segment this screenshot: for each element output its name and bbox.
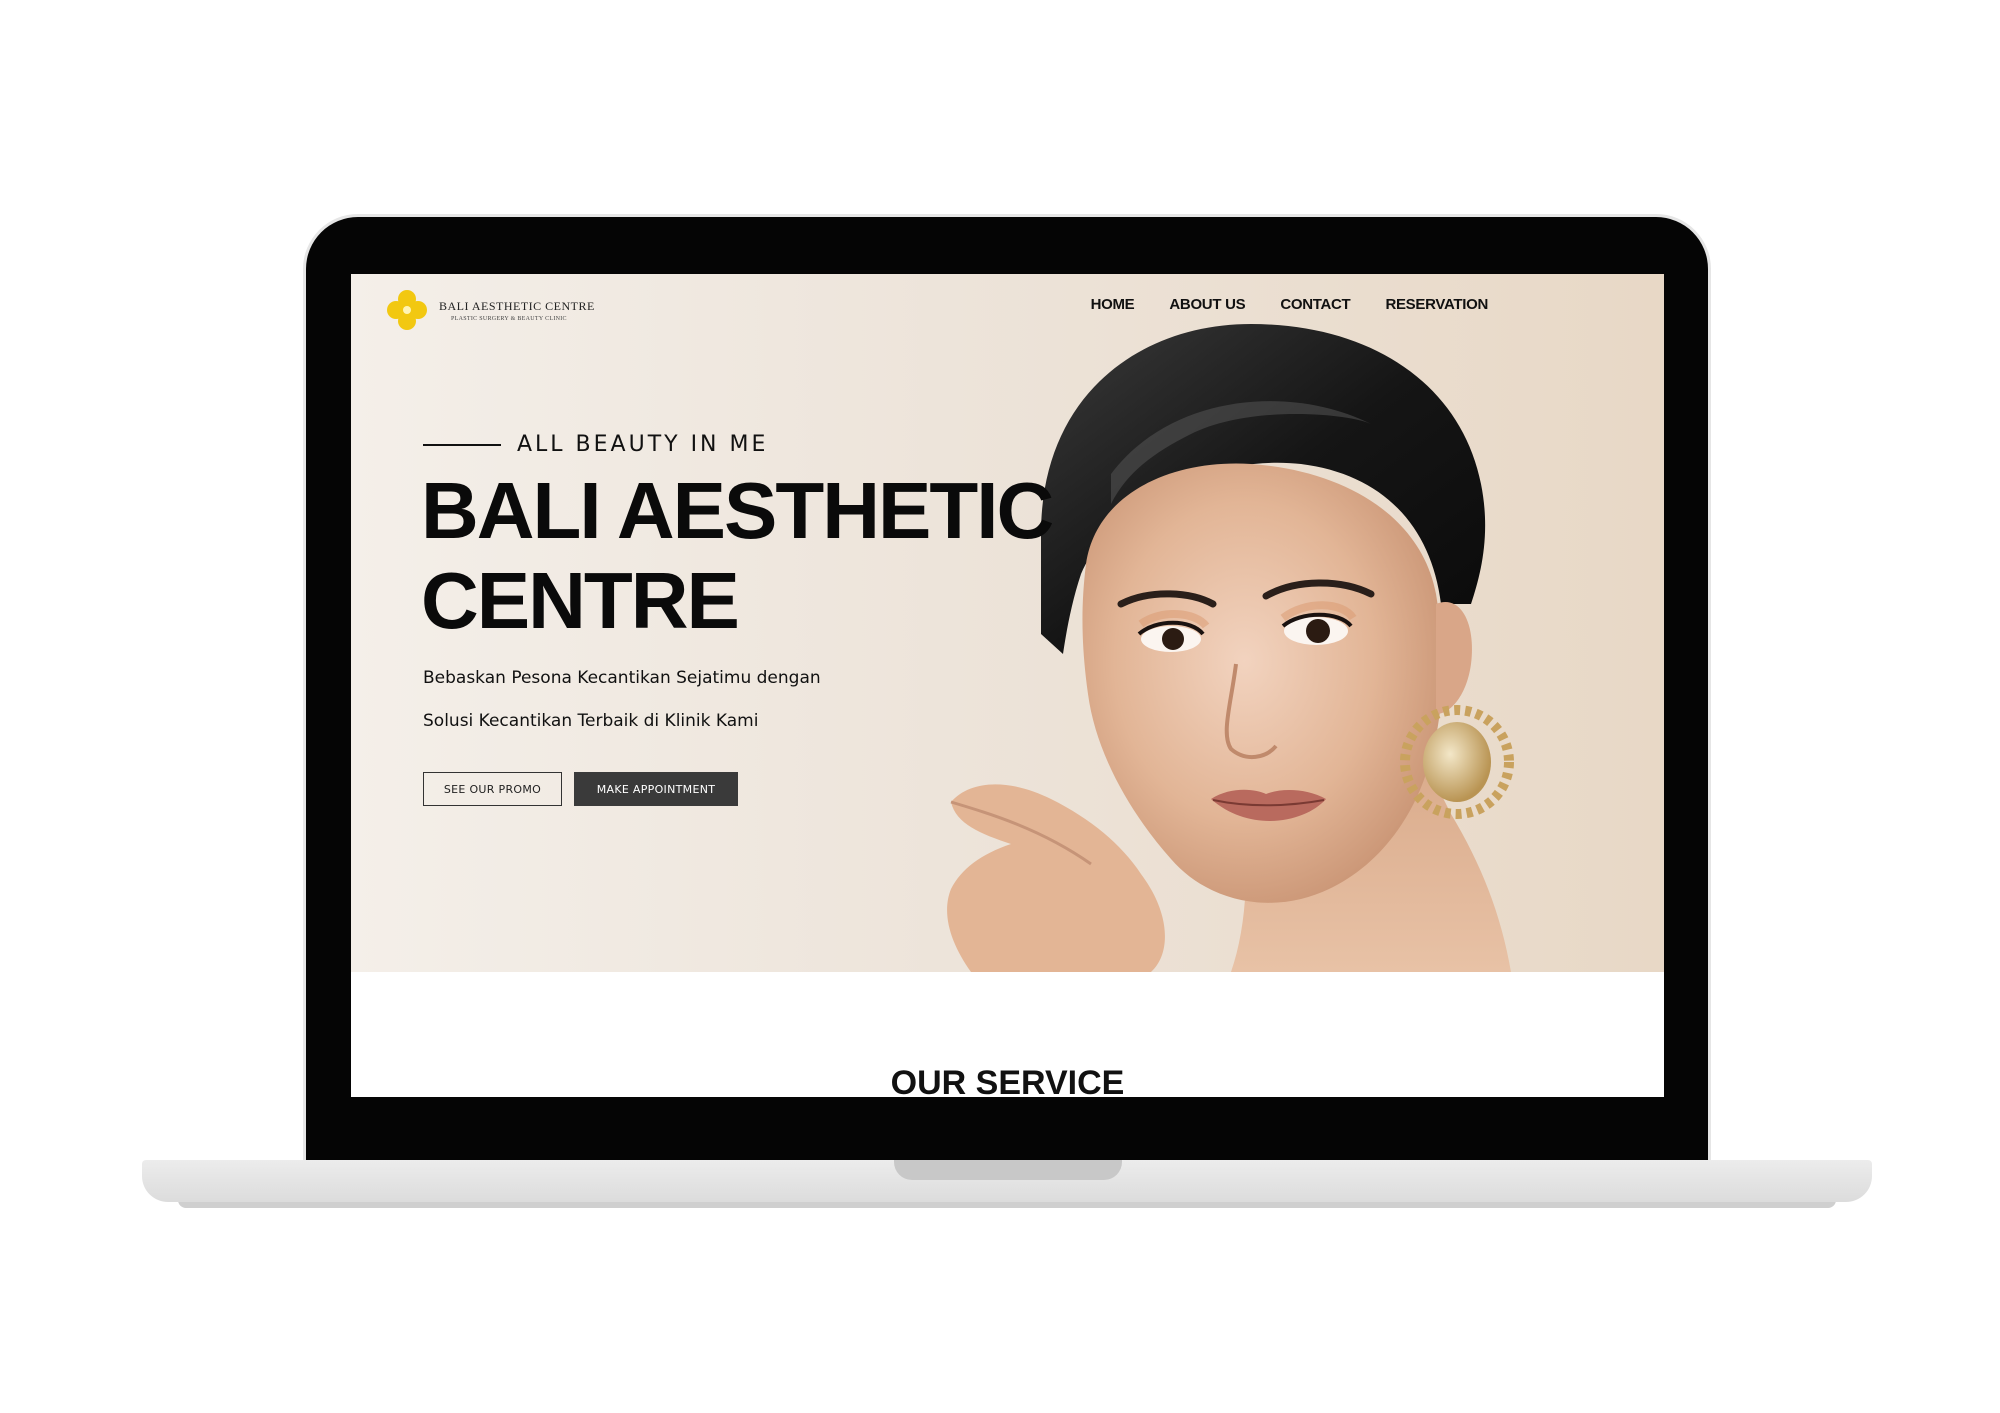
flower-logo-icon xyxy=(387,290,427,330)
hero-section: BALI AESTHETIC CENTRE PLASTIC SURGERY & … xyxy=(351,274,1664,972)
nav-about-us[interactable]: ABOUT US xyxy=(1169,296,1245,313)
nav-reservation[interactable]: RESERVATION xyxy=(1385,296,1488,313)
brand-subtitle: PLASTIC SURGERY & BEAUTY CLINIC xyxy=(451,315,567,322)
hero-tagline: ALL BEAUTY IN ME xyxy=(423,432,768,457)
brand-name: BALI AESTHETIC CENTRE xyxy=(439,298,595,313)
laptop-notch xyxy=(894,1160,1122,1180)
laptop-screen: BALI AESTHETIC CENTRE PLASTIC SURGERY & … xyxy=(351,274,1664,1097)
brand-logo[interactable]: BALI AESTHETIC CENTRE PLASTIC SURGERY & … xyxy=(385,288,595,332)
hero-headline: BALI AESTHETIC CENTRE xyxy=(421,466,1061,646)
make-appointment-button[interactable]: MAKE APPOINTMENT xyxy=(574,772,738,806)
tagline-text: ALL BEAUTY IN ME xyxy=(517,432,769,457)
hero-subtext-line-1: Bebaskan Pesona Kecantikan Sejatimu deng… xyxy=(423,668,821,688)
nav-home[interactable]: HOME xyxy=(1091,296,1135,313)
nav-contact[interactable]: CONTACT xyxy=(1280,296,1350,313)
main-nav: HOME ABOUT US CONTACT RESERVATION xyxy=(1091,296,1489,313)
headline-line-2: CENTRE xyxy=(421,556,740,645)
see-our-promo-button[interactable]: SEE OUR PROMO xyxy=(423,772,562,806)
headline-line-1: BALI AESTHETIC xyxy=(421,466,1054,555)
tagline-divider xyxy=(423,443,501,446)
hero-subtext-line-2: Solusi Kecantikan Terbaik di Klinik Kami xyxy=(423,711,759,731)
our-service-heading: OUR SERVICE xyxy=(890,1064,1125,1097)
